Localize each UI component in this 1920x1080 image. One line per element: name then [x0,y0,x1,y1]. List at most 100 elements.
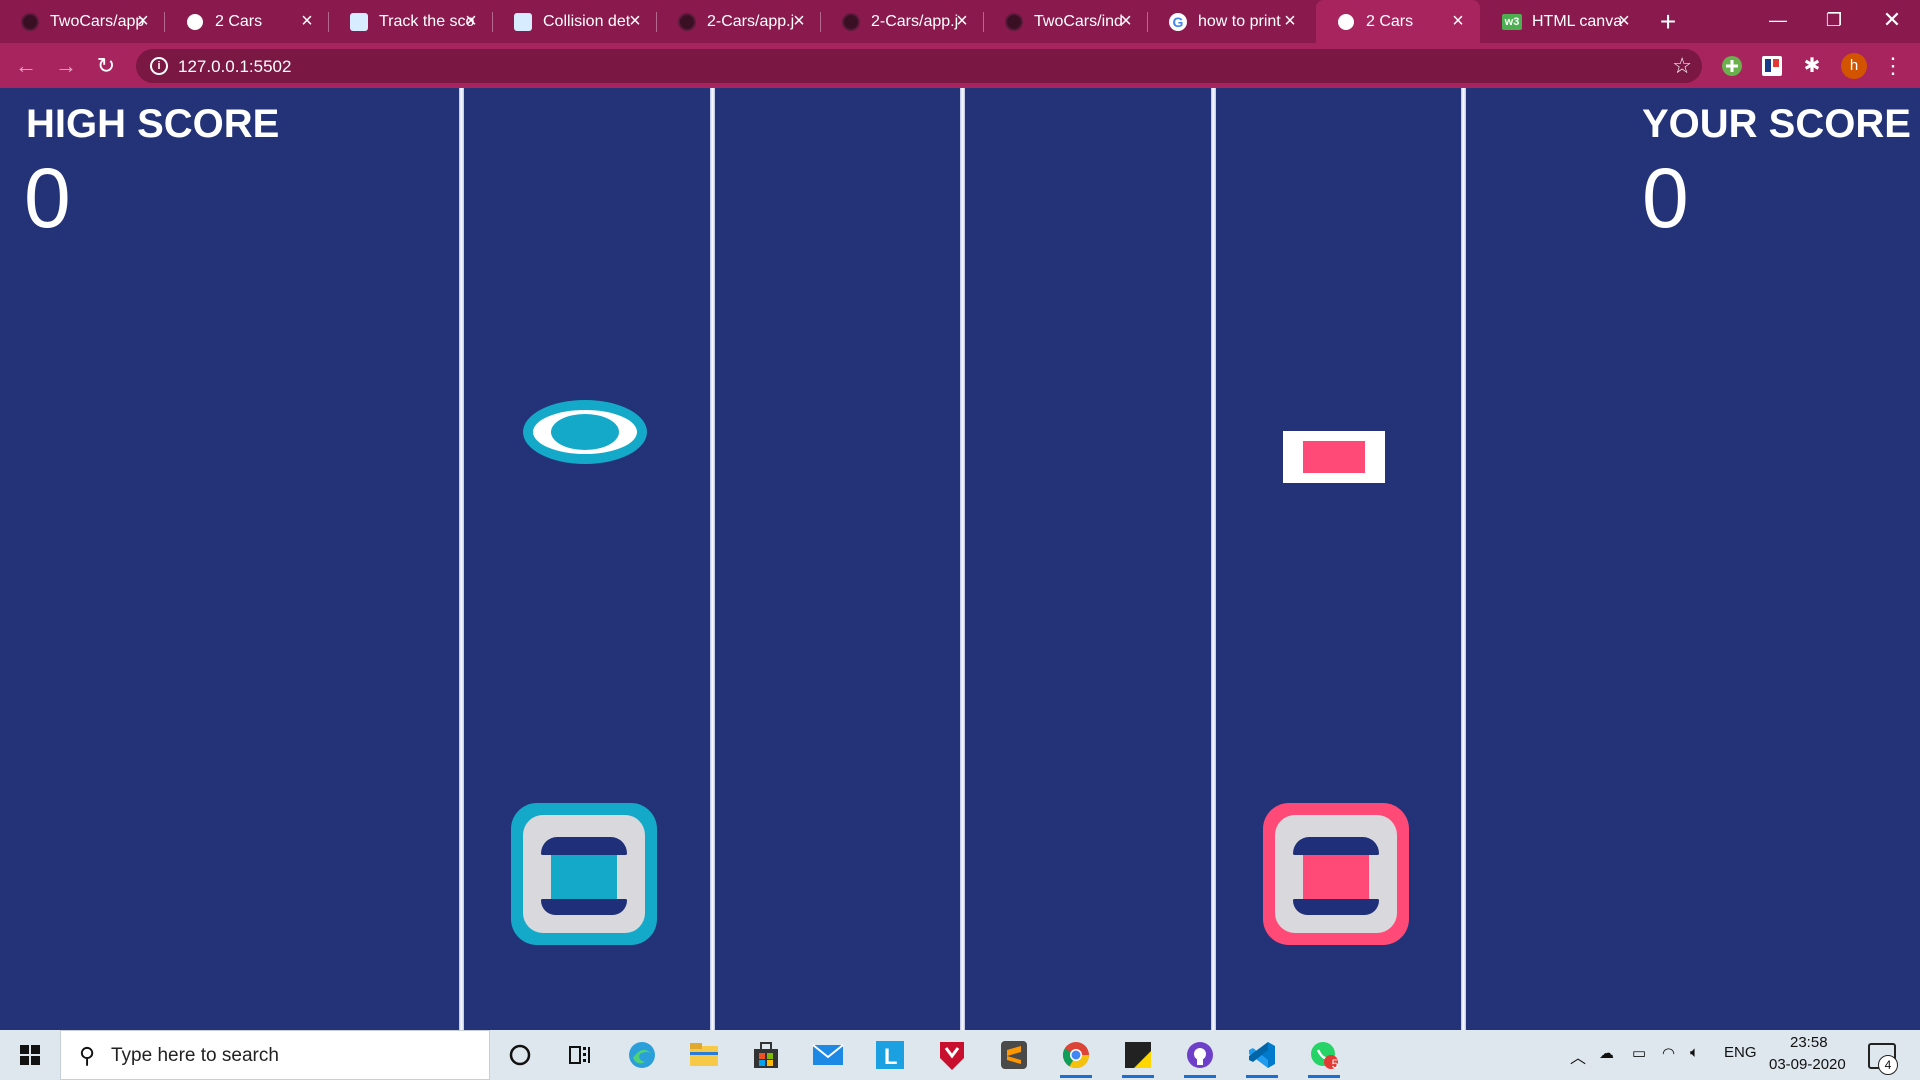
tab-title: TwoCars/ind [1034,12,1123,30]
clock-date[interactable]: 03-09-2020 [1769,1056,1846,1073]
l-app-icon[interactable]: L [870,1036,910,1074]
tab-html-canvas[interactable]: w3 HTML canva × [1482,0,1646,43]
w3schools-icon: w3 [1502,12,1522,32]
tab-title: 2 Cars [1366,12,1414,30]
close-icon[interactable]: × [789,11,809,31]
window-close-icon[interactable]: ✕ [1864,0,1920,40]
notification-center-icon[interactable]: 4 [1868,1043,1898,1075]
file-explorer-icon[interactable] [684,1036,724,1074]
whatsapp-badge: 5 [1331,1057,1339,1071]
browser-tab-strip: TwoCars/app × 2 Cars × Track the sco × C… [0,0,1920,43]
globe-icon [1336,12,1356,32]
back-arrow-icon[interactable]: ← [12,52,40,80]
tab-title: Track the sco [379,12,474,30]
bookmark-star-icon[interactable]: ☆ [1672,54,1692,78]
tab-title: Collision det [543,12,631,30]
lane-divider [1211,88,1216,1030]
url-text[interactable]: 127.0.0.1:5502 [178,57,291,77]
battery-icon[interactable]: ▭ [1632,1044,1646,1062]
task-view-icon[interactable] [560,1036,600,1074]
github-icon [841,12,861,32]
notification-count: 4 [1878,1055,1898,1075]
profile-avatar[interactable]: h [1841,53,1867,79]
tab-how-to-print[interactable]: G how to print × [1148,0,1312,43]
onedrive-icon[interactable]: ☁ [1599,1044,1614,1062]
tab-2-cars[interactable]: 2 Cars × [165,0,329,43]
svg-text:L: L [884,1044,897,1069]
lane-divider [1461,88,1466,1030]
mail-icon[interactable] [808,1036,848,1074]
paw-icon [349,12,369,32]
globe-icon [185,12,205,32]
minimize-icon[interactable]: — [1750,0,1806,40]
wifi-icon[interactable]: ◠ [1662,1044,1675,1062]
close-icon[interactable]: × [952,11,972,31]
google-icon: G [1168,12,1188,32]
github-icon [677,12,697,32]
new-tab-button[interactable]: + [1652,6,1684,38]
circle-obstacle [523,400,647,464]
vscode-icon[interactable] [1242,1036,1282,1078]
info-icon[interactable]: i [150,57,168,75]
high-score-label: HIGH SCORE [26,102,280,146]
sublime-icon[interactable] [994,1036,1034,1074]
clock-time[interactable]: 23:58 [1790,1034,1828,1051]
sticky-notes-icon[interactable] [1118,1036,1158,1078]
tab-title: how to print [1198,12,1281,30]
address-bar[interactable]: i 127.0.0.1:5502 ☆ [136,49,1702,83]
windows-taskbar: ⚲ Type here to search L 5 ︿ ☁ ▭ ◠ 🔈︎ ENG… [0,1030,1920,1080]
close-icon[interactable]: × [625,11,645,31]
github-desktop-icon[interactable] [1180,1036,1220,1078]
volume-icon[interactable]: 🔈︎ [1690,1044,1699,1061]
tab-2-cars-app-js-2[interactable]: 2-Cars/app.j × [821,0,984,43]
lane-divider [710,88,715,1030]
left-car [511,803,657,945]
close-icon[interactable]: × [1448,11,1468,31]
extension-trello-icon[interactable] [1761,55,1783,77]
tab-title: TwoCars/app [50,12,145,30]
cortana-icon[interactable] [500,1036,540,1074]
tab-title: HTML canva [1532,12,1623,30]
close-icon[interactable]: × [133,11,153,31]
show-hidden-icons-icon[interactable]: ︿ [1570,1044,1586,1068]
lane-divider [459,88,464,1030]
whatsapp-icon[interactable]: 5 [1304,1036,1344,1078]
taskbar-search-box[interactable]: ⚲ Type here to search [60,1030,490,1080]
github-icon [1004,12,1024,32]
forward-arrow-icon[interactable]: → [52,52,80,80]
language-indicator[interactable]: ENG [1724,1044,1757,1061]
your-score-label: YOUR SCORE [1642,102,1911,146]
tab-collision-detection[interactable]: Collision det × [493,0,657,43]
tab-2-cars-app-js[interactable]: 2-Cars/app.j × [657,0,821,43]
windows-start-icon[interactable] [0,1030,60,1080]
mcafee-icon[interactable] [932,1036,972,1074]
extensions-puzzle-icon[interactable]: ✱ [1801,55,1823,77]
close-icon[interactable]: × [461,11,481,31]
menu-kebab-icon[interactable]: ⋮ [1882,55,1904,77]
tab-twocars-index[interactable]: TwoCars/ind × [984,0,1148,43]
extension-plus-icon[interactable] [1721,55,1743,77]
square-obstacle [1283,431,1385,483]
close-icon[interactable]: × [1116,11,1136,31]
chrome-icon[interactable] [1056,1036,1096,1078]
paw-icon [513,12,533,32]
browser-toolbar: ← → ↻ i 127.0.0.1:5502 ☆ ✱ h ⋮ [0,43,1920,88]
search-icon: ⚲ [79,1043,96,1068]
restore-icon[interactable]: ❐ [1806,0,1862,40]
close-icon[interactable]: × [1614,11,1634,31]
tab-title: 2 Cars [215,12,263,30]
search-placeholder: Type here to search [111,1045,279,1066]
tab-track-the-score[interactable]: Track the sco × [329,0,493,43]
tab-2-cars-active[interactable]: 2 Cars × [1316,0,1480,43]
close-icon[interactable]: × [297,11,317,31]
high-score-value: 0 [24,151,71,245]
lane-divider [960,88,965,1030]
store-icon[interactable] [746,1036,786,1074]
close-icon[interactable]: × [1280,11,1300,31]
reload-icon[interactable]: ↻ [92,52,120,80]
game-canvas[interactable]: HIGH SCORE 0 YOUR SCORE 0 [0,88,1920,1030]
tab-title: 2-Cars/app.j [707,12,795,30]
tab-twocars-app[interactable]: TwoCars/app × [0,0,165,43]
edge-icon[interactable] [622,1036,662,1074]
your-score-value: 0 [1642,151,1689,245]
